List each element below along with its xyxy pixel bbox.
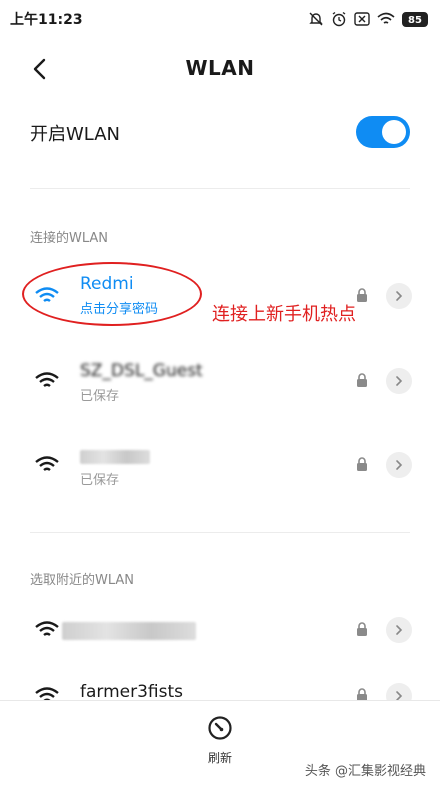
chevron-right-icon (396, 291, 403, 301)
lock-icon (357, 373, 367, 387)
lock-icon (357, 622, 367, 636)
sim-blocked-icon (354, 12, 370, 26)
network-details-button[interactable] (386, 283, 412, 309)
chevron-right-icon (396, 460, 403, 470)
title-bar: WLAN (0, 44, 440, 92)
toggle-knob (382, 120, 406, 144)
status-time: 上午11:23 (10, 12, 83, 28)
page-title: WLAN (185, 56, 255, 80)
battery-icon: 85 (402, 11, 428, 27)
lock-icon (357, 457, 367, 471)
wifi-signal-icon (35, 456, 59, 471)
chevron-right-icon (396, 625, 403, 635)
wifi-signal-icon (35, 621, 59, 636)
network-details-button[interactable] (386, 617, 412, 643)
wifi-status-icon (377, 12, 395, 24)
status-bar: 上午11:23 85 (0, 0, 440, 38)
network-details-button[interactable] (386, 452, 412, 478)
network-row-nearby-1[interactable] (0, 600, 440, 660)
mute-bell-icon (309, 12, 323, 26)
refresh-icon (208, 716, 232, 740)
divider (30, 188, 410, 189)
status-icons: 85 (308, 11, 428, 27)
network-row-saved-1[interactable]: SZ_DSL_Guest 已保存 (0, 351, 440, 411)
wlan-toggle-switch[interactable] (356, 116, 410, 148)
divider (30, 532, 410, 533)
network-row-saved-2[interactable]: 已保存 (0, 435, 440, 495)
refresh-label: 刷新 (207, 751, 232, 765)
annotation-text: 连接上新手机热点 (212, 304, 356, 325)
network-details-button[interactable] (386, 368, 412, 394)
wifi-signal-icon (35, 372, 59, 387)
blurred-network-name (80, 450, 150, 464)
annotation-ellipse (22, 262, 202, 326)
blurred-network-name (62, 622, 196, 640)
lock-icon (357, 288, 367, 302)
network-status: 已保存 (80, 473, 120, 488)
watermark: 头条 @汇集影视经典 (304, 764, 426, 779)
network-status: 已保存 (80, 389, 120, 404)
network-name: SZ_DSL_Guest (80, 361, 203, 381)
section-header-nearby: 选取附近的WLAN (30, 573, 135, 588)
refresh-button[interactable]: 刷新 (195, 715, 245, 775)
network-name: farmer3fists (80, 682, 184, 702)
alarm-icon (332, 11, 346, 27)
section-header-connected: 连接的WLAN (30, 231, 109, 246)
wlan-toggle-label: 开启WLAN (30, 124, 121, 145)
wlan-toggle-row: 开启WLAN (30, 112, 410, 152)
chevron-right-icon (396, 376, 403, 386)
